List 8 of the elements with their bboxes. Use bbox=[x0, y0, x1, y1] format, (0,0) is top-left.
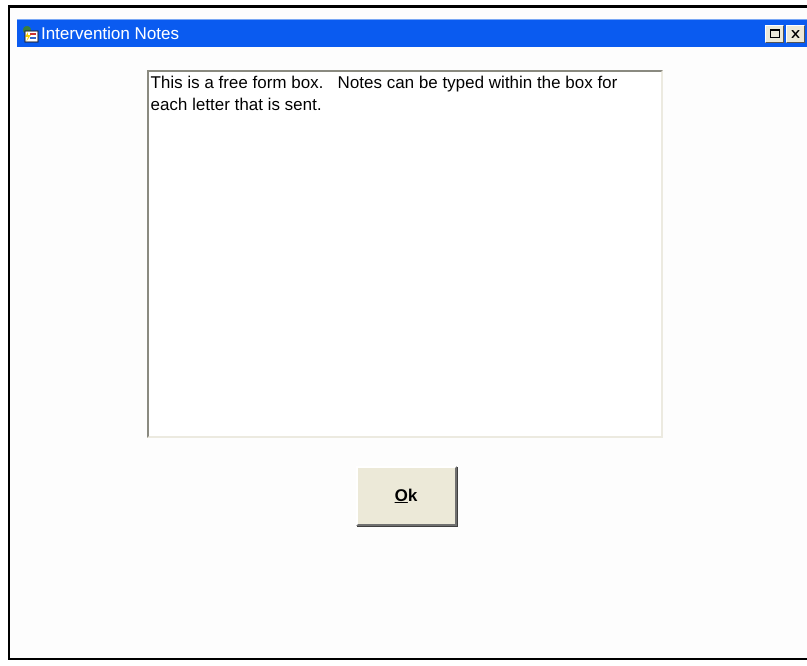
maximize-button[interactable] bbox=[765, 24, 784, 42]
app-icon bbox=[21, 24, 39, 42]
close-icon bbox=[791, 30, 800, 38]
ok-button[interactable]: Ok bbox=[356, 466, 456, 526]
maximize-icon bbox=[770, 29, 780, 38]
notes-field[interactable]: This is a free form box. Notes can be typed within the box for each letter that is sent. bbox=[146, 70, 662, 438]
close-button[interactable] bbox=[786, 24, 805, 42]
window-title: Intervention Notes bbox=[41, 24, 179, 44]
